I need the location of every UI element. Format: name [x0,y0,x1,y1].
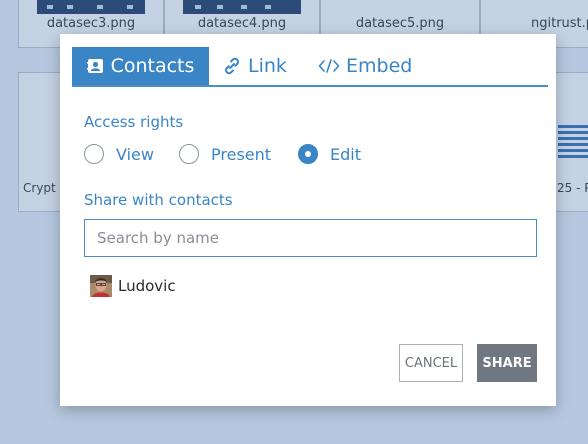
file-name: datasec3.png [46,16,136,31]
share-button[interactable]: SHARE [477,344,537,382]
radio-present-label: Present [211,144,272,164]
contact-name: Ludovic [118,277,176,295]
radio-circle[interactable] [179,144,199,164]
radio-circle[interactable] [84,144,104,164]
radio-present[interactable]: Present [179,142,271,166]
tab-contacts-label: Contacts [110,55,195,77]
tab-link[interactable]: Link [222,47,302,85]
file-tile[interactable]: Crypt [18,72,64,212]
cancel-button[interactable]: CANCEL [399,344,463,382]
tab-embed[interactable]: Embed [318,47,428,85]
tab-link-label: Link [248,55,287,77]
share-dialog: Contacts Link Embed Access rights View P… [60,34,556,406]
tab-contacts[interactable]: Contacts [72,47,209,85]
file-name: datasec4.png [197,16,287,31]
radio-edit[interactable]: Edit [298,142,361,166]
share-with-contacts-label: Share with contacts [84,191,233,209]
radio-edit-label: Edit [330,144,361,164]
file-thumbnail [558,125,588,159]
radio-view-label: View [116,144,154,164]
file-thumbnail [183,0,301,14]
contacts-card-icon [86,57,105,75]
radio-circle[interactable] [298,144,318,164]
avatar [90,275,112,297]
tab-embed-label: Embed [346,55,413,77]
search-contacts-input[interactable] [84,219,537,257]
share-tabs: Contacts Link Embed [72,47,548,87]
link-icon [222,56,242,76]
contact-item[interactable]: Ludovic [90,274,176,298]
code-icon [318,57,340,75]
file-name-partial: Crypt [23,181,56,195]
file-name: datasec5.png [355,16,445,31]
file-name: ngitrust.p [531,16,588,31]
access-rights-label: Access rights [84,113,184,131]
file-thumbnail [37,0,145,14]
file-name-partial: 25 - P [557,181,588,195]
radio-view[interactable]: View [84,142,154,166]
